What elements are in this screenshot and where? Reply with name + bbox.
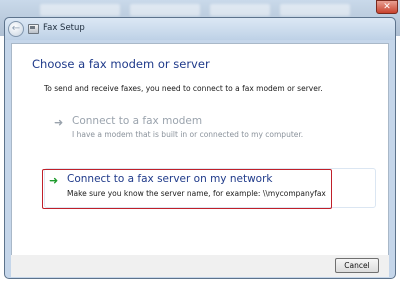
page-heading: Choose a fax modem or server <box>32 57 210 71</box>
background-tab <box>210 4 270 16</box>
close-button[interactable]: ✕ <box>376 0 398 14</box>
window-title: Fax Setup <box>43 23 85 33</box>
fax-icon <box>28 24 39 34</box>
background-tab <box>130 4 200 16</box>
background-tab <box>280 4 350 16</box>
option-fax-server[interactable]: ➜ Connect to a fax server on my network … <box>42 169 332 209</box>
option-title: Connect to a fax server on my network <box>67 173 273 185</box>
option-description: I have a modem that is built in or conne… <box>72 130 304 139</box>
wizard-footer: Cancel <box>11 255 389 277</box>
back-button[interactable]: ← <box>8 21 24 37</box>
cancel-button[interactable]: Cancel <box>335 258 379 273</box>
wizard-content: Choose a fax modem or server To send and… <box>11 43 389 264</box>
arrow-right-icon: ➜ <box>54 116 64 129</box>
fax-setup-window: ← Fax Setup Choose a fax modem or server… <box>4 17 396 279</box>
arrow-right-icon: ➜ <box>49 174 59 187</box>
intro-text: To send and receive faxes, you need to c… <box>44 84 323 93</box>
close-icon: ✕ <box>383 2 391 12</box>
background-tab <box>40 4 120 16</box>
title-bar: ← Fax Setup <box>5 18 395 40</box>
option-title: Connect to a fax modem <box>72 115 203 127</box>
back-arrow-icon: ← <box>11 23 21 34</box>
option-fax-modem: ➜ Connect to a fax modem I have a modem … <box>50 113 340 151</box>
option-description: Make sure you know the server name, for … <box>67 189 326 198</box>
